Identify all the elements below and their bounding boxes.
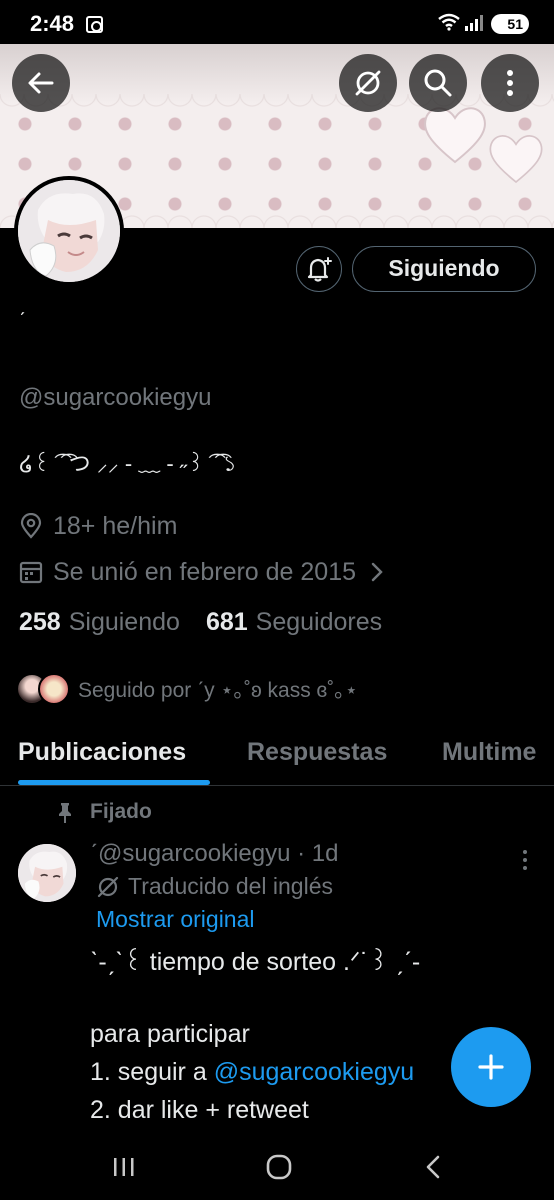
- followed-by-row[interactable]: Seguido por ˊy ⋆｡˚ʚ kass ɞ˚｡⋆: [16, 672, 358, 706]
- active-tab-indicator: [18, 780, 210, 785]
- chevron-right-icon: [371, 562, 383, 582]
- post-author-avatar[interactable]: [18, 844, 76, 902]
- location-text: 18+ he/him: [53, 511, 178, 540]
- post-text-line: para participar: [90, 1020, 250, 1048]
- battery-icon: 51: [491, 14, 529, 34]
- signal-icon: [465, 15, 483, 31]
- location-pin-icon: [20, 513, 42, 539]
- heart-decoration-icon: [489, 135, 543, 184]
- more-vertical-icon: [507, 70, 513, 96]
- show-original-link[interactable]: Mostrar original: [96, 906, 255, 933]
- screenshot-icon: [86, 16, 103, 33]
- follow-stats: 258 Siguiendo 681 Seguidores: [19, 608, 408, 637]
- status-time: 2:48: [30, 11, 75, 36]
- search-button[interactable]: [409, 54, 467, 112]
- post-text-line: ˋ-ˏˋ꒰ tiempo de sorteo .ᐟ˙꒱ ˏˊ-: [90, 948, 421, 976]
- system-nav-bar: [0, 1134, 554, 1200]
- back-button[interactable]: [12, 54, 70, 112]
- following-count: 258: [19, 608, 61, 636]
- followed-by-text: Seguido por ˊy ⋆｡˚ʚ kass ɞ˚｡⋆: [78, 679, 358, 702]
- tab-posts[interactable]: Publicaciones: [18, 738, 186, 767]
- followers-label: Seguidores: [255, 608, 383, 636]
- avatar: [18, 180, 120, 282]
- following-stat[interactable]: 258 Siguiendo: [19, 608, 180, 637]
- notifications-button[interactable]: [296, 246, 342, 292]
- post-text-fragment: 1. seguir a: [90, 1058, 214, 1086]
- following-label: Siguiendo: [68, 608, 180, 636]
- back-nav-icon[interactable]: [424, 1154, 442, 1180]
- follower-avatar: [38, 673, 70, 705]
- translate-toggle-button[interactable]: [339, 54, 397, 112]
- calendar-icon: [19, 561, 43, 584]
- wifi-icon: [438, 13, 460, 31]
- post-header[interactable]: ˊ@sugarcookiegyu · 1d: [90, 840, 338, 868]
- compose-button[interactable]: [451, 1027, 531, 1107]
- arrow-left-icon: [28, 72, 54, 94]
- post-more-icon[interactable]: [516, 848, 534, 872]
- post-avatar-image: [18, 844, 76, 902]
- location-row: 18+ he/him: [19, 511, 177, 541]
- post-text-line: 1. seguir a @sugarcookiegyu: [90, 1058, 414, 1087]
- pin-icon: [59, 803, 71, 823]
- more-options-button[interactable]: [481, 54, 539, 112]
- tab-replies[interactable]: Respuestas: [247, 738, 387, 767]
- post-text-line: 2. dar like + retweet: [90, 1096, 309, 1124]
- followers-stat[interactable]: 681 Seguidores: [206, 608, 382, 637]
- translated-label: Traducido del inglés: [96, 873, 333, 900]
- recent-apps-icon[interactable]: [112, 1156, 136, 1178]
- translate-off-icon: [355, 70, 381, 96]
- following-button[interactable]: Siguiendo: [352, 246, 536, 292]
- followers-count: 681: [205, 608, 248, 636]
- translated-text: Traducido del inglés: [128, 873, 333, 899]
- banner-fade: [0, 44, 554, 104]
- status-bar: 2:48 51: [0, 0, 554, 44]
- avatar-image: [18, 180, 120, 282]
- profile-tabs: Publicaciones Respuestas Multime: [0, 730, 554, 786]
- profile-bio: ໒꒰ ͡ ͡ つ ⸝⸝ - ﹏ - ˶꒱ ͡ ͡ ১: [19, 451, 237, 476]
- joined-text: Se unió en febrero de 2015: [53, 557, 357, 586]
- joined-row[interactable]: Se unió en febrero de 2015: [19, 557, 394, 587]
- battery-level: 51: [507, 16, 523, 32]
- profile-handle: @sugarcookiegyu: [19, 384, 212, 411]
- pinned-text: Fijado: [90, 800, 152, 823]
- heart-decoration-icon: [424, 107, 486, 164]
- tab-media[interactable]: Multime: [442, 738, 536, 767]
- mention-link[interactable]: @sugarcookiegyu: [214, 1058, 415, 1086]
- pinned-label: Fijado: [58, 800, 152, 824]
- profile-avatar[interactable]: [14, 176, 124, 286]
- search-icon: [424, 69, 452, 97]
- home-icon[interactable]: [266, 1154, 292, 1180]
- display-name: ˊ: [19, 310, 26, 332]
- translate-icon: [97, 876, 119, 897]
- plus-icon: [478, 1054, 504, 1080]
- bell-plus-icon: [307, 257, 332, 282]
